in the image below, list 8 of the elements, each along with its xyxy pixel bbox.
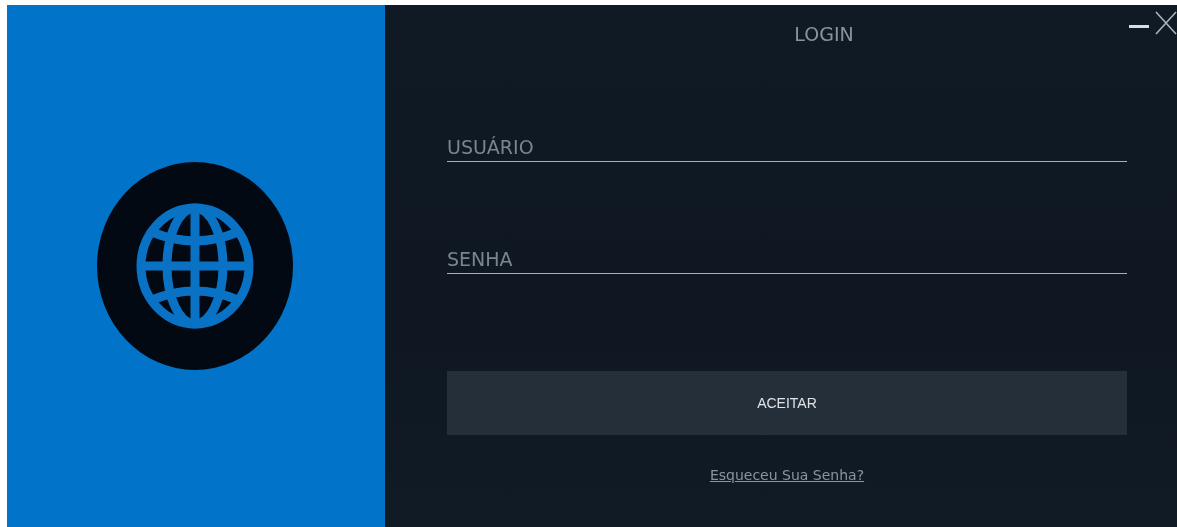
close-icon[interactable] (1155, 11, 1177, 35)
window-title: LOGIN (793, 23, 855, 45)
accept-button[interactable]: ACEITAR (447, 371, 1127, 435)
minimize-icon[interactable] (1129, 25, 1149, 29)
forgot-password-link[interactable]: Esqueceu Sua Senha? (709, 467, 865, 483)
globe-icon (97, 162, 293, 370)
input-field[interactable]: USUÁRIO (447, 130, 1127, 162)
input-field[interactable]: SENHA (447, 242, 1127, 274)
